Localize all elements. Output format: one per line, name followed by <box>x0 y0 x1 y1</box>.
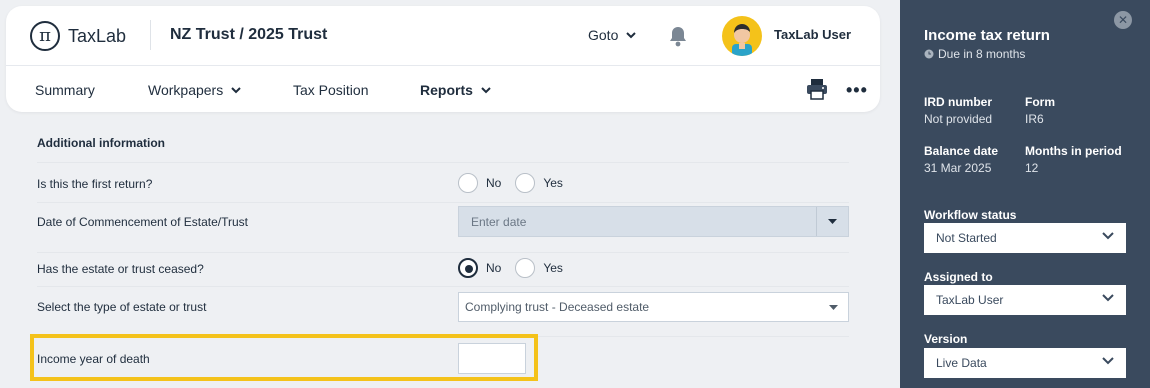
logo-pi-icon: π <box>30 21 60 51</box>
nav-summary[interactable]: Summary <box>35 82 95 98</box>
form-label: Form <box>1025 95 1055 109</box>
chevron-down-icon <box>626 31 637 38</box>
due-text: Due in 8 months <box>938 47 1026 61</box>
months-label: Months in period <box>1025 144 1122 158</box>
ceased-no-label: No <box>486 261 502 275</box>
first-return-label: Is this the first return? <box>37 177 153 191</box>
header-card: π TaxLab NZ Trust / 2025 Trust Goto TaxL… <box>6 6 880 112</box>
caret-down-icon <box>829 305 838 310</box>
nav-bar: Summary Workpapers Tax Position Reports … <box>6 66 880 112</box>
nav-summary-label: Summary <box>35 82 95 98</box>
form-value: IR6 <box>1025 112 1044 126</box>
first-return-no-radio[interactable] <box>458 173 478 193</box>
assigned-to-label: Assigned to <box>924 270 993 284</box>
first-return-yes-radio[interactable] <box>515 173 536 193</box>
balance-date-value: 31 Mar 2025 <box>924 161 992 175</box>
date-dropdown-button[interactable] <box>816 207 848 236</box>
balance-date-label: Balance date <box>924 144 999 158</box>
logo-text: TaxLab <box>68 25 127 46</box>
taxlab-logo[interactable]: π TaxLab <box>30 21 126 51</box>
ceased-yes-label: Yes <box>543 261 563 275</box>
avatar-person-icon <box>732 24 752 56</box>
commencement-date-label: Date of Commencement of Estate/Trust <box>37 215 248 229</box>
workflow-status-select[interactable]: Not Started <box>924 223 1126 253</box>
commencement-date-placeholder: Enter date <box>471 215 527 229</box>
goto-dropdown[interactable]: Goto <box>588 27 637 43</box>
user-name: TaxLab User <box>774 27 852 42</box>
months-value: 12 <box>1025 161 1039 175</box>
ird-number-label: IRD number <box>924 95 993 109</box>
close-icon[interactable]: ✕ <box>1114 11 1132 29</box>
commencement-date-input[interactable]: Enter date <box>458 206 849 237</box>
row-divider <box>37 162 849 163</box>
chevron-down-icon <box>481 86 491 93</box>
estate-type-value: Complying trust - Deceased estate <box>465 300 650 314</box>
assigned-to-value: TaxLab User <box>936 293 1004 307</box>
sidebar-title: Income tax return <box>924 27 1050 44</box>
top-bar: π TaxLab NZ Trust / 2025 Trust Goto TaxL… <box>6 6 880 66</box>
ceased-no-radio[interactable] <box>458 258 478 278</box>
due-info: Due in 8 months <box>924 47 1025 61</box>
row-divider <box>37 252 849 253</box>
chevron-down-icon <box>1102 294 1114 302</box>
nav-workpapers[interactable]: Workpapers <box>148 82 241 98</box>
notification-bell-icon[interactable] <box>668 25 688 47</box>
caret-down-icon <box>828 219 837 224</box>
income-year-input[interactable] <box>458 343 526 374</box>
workflow-status-value: Not Started <box>936 231 997 245</box>
assigned-to-select[interactable]: TaxLab User <box>924 285 1126 315</box>
row-divider <box>37 286 849 287</box>
nav-tax-position[interactable]: Tax Position <box>293 82 368 98</box>
estate-type-select[interactable]: Complying trust - Deceased estate <box>458 292 849 322</box>
workflow-status-label: Workflow status <box>924 208 1017 222</box>
entity-title: NZ Trust / 2025 Trust <box>170 26 328 43</box>
version-label: Version <box>924 332 968 346</box>
chevron-down-icon <box>1102 232 1114 240</box>
ird-number-value: Not provided <box>924 112 993 126</box>
first-return-yes-label: Yes <box>543 176 563 190</box>
version-value: Live Data <box>936 356 987 370</box>
header-divider <box>150 20 151 50</box>
nav-workpapers-label: Workpapers <box>148 82 224 98</box>
return-sidebar: ✕ Income tax return Due in 8 months IRD … <box>900 0 1150 388</box>
nav-reports-label: Reports <box>420 82 473 98</box>
nav-tax-position-label: Tax Position <box>293 82 369 98</box>
user-avatar[interactable] <box>722 16 762 56</box>
chevron-down-icon <box>231 86 241 93</box>
income-year-label: Income year of death <box>37 352 150 366</box>
version-select[interactable]: Live Data <box>924 348 1126 378</box>
clock-icon <box>924 49 934 59</box>
goto-label: Goto <box>588 27 619 43</box>
first-return-radio-group: No Yes <box>458 173 577 193</box>
first-return-no-label: No <box>486 176 502 190</box>
nav-reports[interactable]: Reports <box>420 82 491 98</box>
section-title: Additional information <box>37 136 165 150</box>
printer-icon[interactable] <box>806 78 828 100</box>
row-divider <box>37 202 849 203</box>
estate-type-label: Select the type of estate or trust <box>37 300 207 314</box>
more-options-icon[interactable]: ••• <box>846 80 868 101</box>
ceased-radio-group: No Yes <box>458 258 577 278</box>
chevron-down-icon <box>1102 357 1114 365</box>
ceased-label: Has the estate or trust ceased? <box>37 262 204 276</box>
ceased-yes-radio[interactable] <box>515 258 536 278</box>
